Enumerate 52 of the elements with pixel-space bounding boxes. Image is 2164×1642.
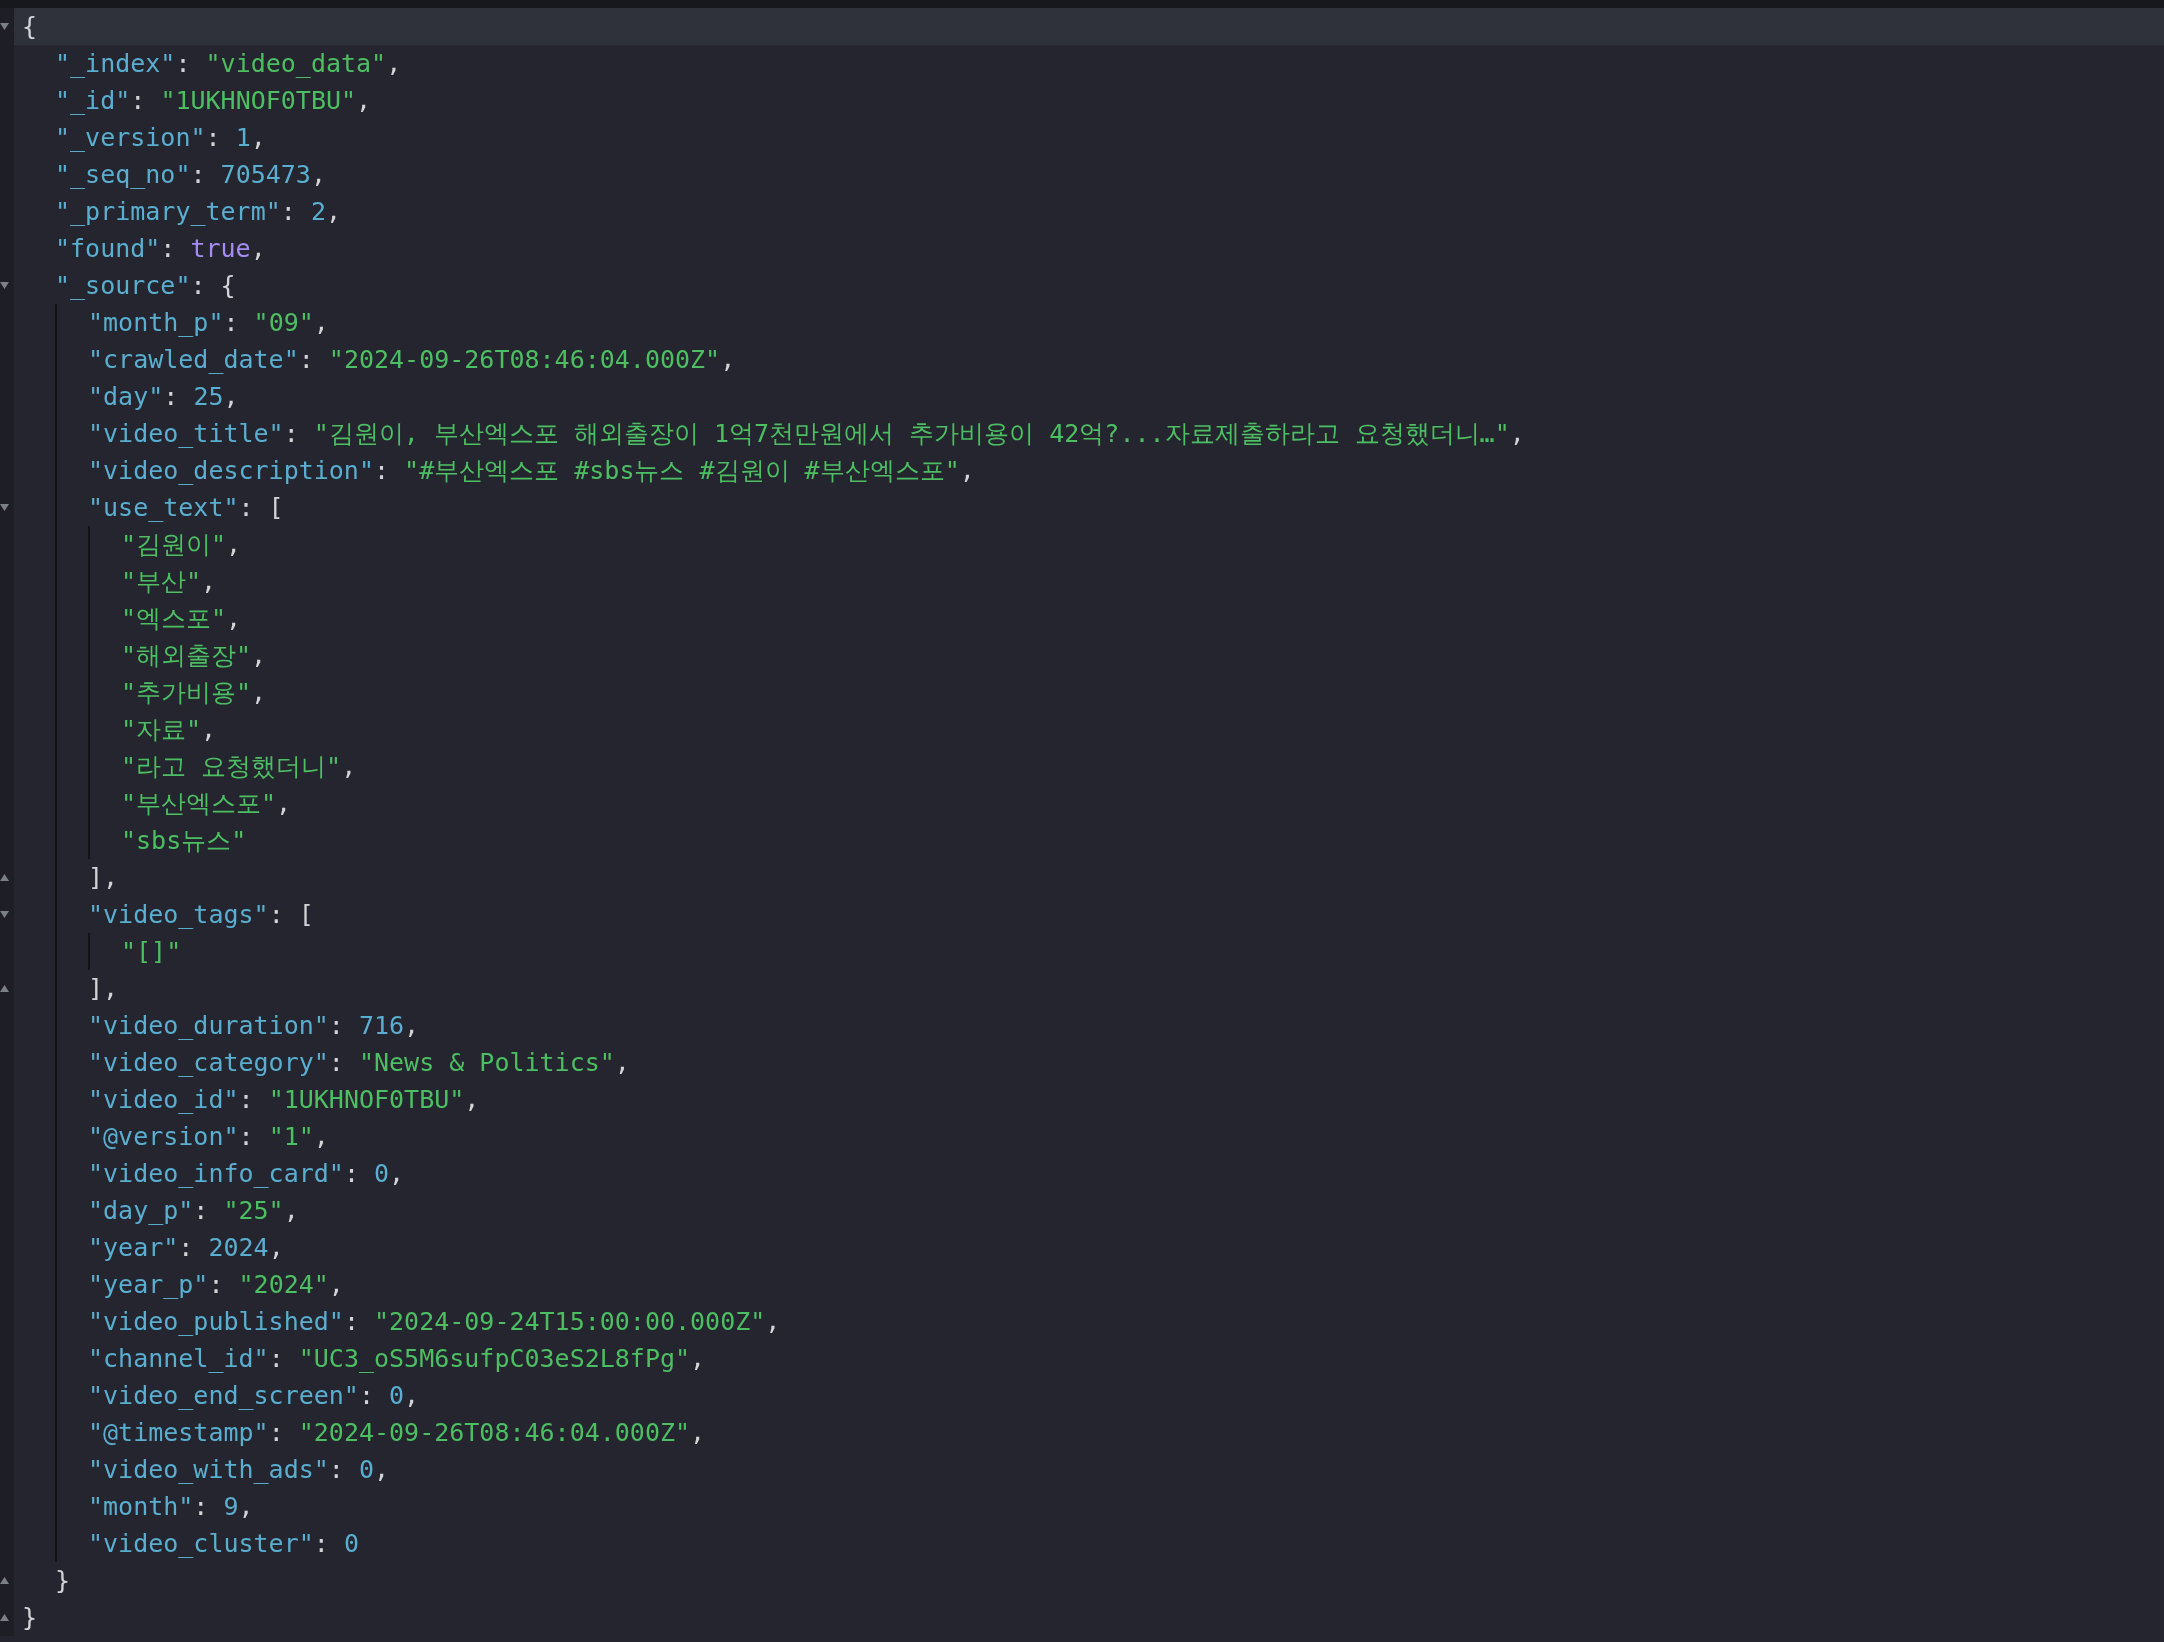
- code-line: "video_duration": 716,: [88, 1010, 420, 1042]
- code-line: "video_description": "#부산엑스포 #sbs뉴스 #김원이 #부산엑스포",: [88, 455, 975, 487]
- code-line: "month_p": "09",: [88, 307, 329, 339]
- code-line: "channel_id": "UC3_oS5M6sufpC03eS2L8fPg",: [88, 1343, 706, 1375]
- code-line: "day_p": "25",: [88, 1195, 299, 1227]
- code-line: "sbs뉴스": [121, 825, 247, 857]
- code-line: "김원이",: [121, 529, 242, 561]
- code-line: "video_info_card": 0,: [88, 1158, 405, 1190]
- code-line: "year_p": "2024",: [88, 1269, 344, 1301]
- code-line: "엑스포",: [121, 603, 242, 635]
- code-line: "video_with_ads": 0,: [88, 1454, 390, 1486]
- code-line: "use_text": [: [88, 492, 284, 524]
- code-line: ],: [88, 973, 119, 1005]
- code-line: "@timestamp": "2024-09-26T08:46:04.000Z",: [88, 1417, 706, 1449]
- code-line: "_primary_term": 2,: [55, 196, 341, 228]
- code-line: "month": 9,: [88, 1491, 254, 1523]
- code-line: "[]": [121, 936, 182, 968]
- fold-arrow-icon[interactable]: [0, 1614, 9, 1621]
- fold-arrow-icon[interactable]: [0, 911, 9, 918]
- code-line: "@version": "1",: [88, 1121, 329, 1153]
- code-line: "_version": 1,: [55, 122, 266, 154]
- code-line: "_source": {: [55, 270, 236, 302]
- code-line: "found": true,: [55, 233, 266, 265]
- code-line: "부산",: [121, 566, 217, 598]
- code-line: {: [22, 11, 38, 43]
- fold-arrow-icon[interactable]: [0, 1577, 9, 1584]
- code-line: "_seq_no": 705473,: [55, 159, 326, 191]
- code-line: }: [55, 1565, 71, 1597]
- code-line: "crawled_date": "2024-09-26T08:46:04.000Z",: [88, 344, 736, 376]
- code-line: "해외출장",: [121, 640, 267, 672]
- code-line: "video_end_screen": 0,: [88, 1380, 420, 1412]
- code-line: "year": 2024,: [88, 1232, 284, 1264]
- code-line: ],: [88, 862, 119, 894]
- fold-arrow-icon[interactable]: [0, 504, 9, 511]
- code-line: "video_cluster": 0: [88, 1528, 359, 1560]
- code-line: "video_id": "1UKHNOF0TBU",: [88, 1084, 480, 1116]
- code-line: "video_title": "김원이, 부산엑스포 해외출장이 1억7천만원에서 추가비용이 42억?...자료제출하라고 요청했더니…",: [88, 418, 1525, 450]
- code-line: }: [22, 1602, 38, 1634]
- fold-arrow-icon[interactable]: [0, 282, 9, 289]
- code-line: "video_published": "2024-09-24T15:00:00.000Z",: [88, 1306, 781, 1338]
- code-line: "_index": "video_data",: [55, 48, 402, 80]
- code-line: "day": 25,: [88, 381, 239, 413]
- fold-arrow-icon[interactable]: [0, 23, 9, 30]
- code-line: "라고 요청했더니",: [121, 751, 357, 783]
- code-line: "추가비용",: [121, 677, 267, 709]
- code-line: "부산엑스포",: [121, 788, 292, 820]
- fold-arrow-icon[interactable]: [0, 985, 9, 992]
- fold-arrow-icon[interactable]: [0, 874, 9, 881]
- code-line: "video_category": "News & Politics",: [88, 1047, 630, 1079]
- code-line: "_id": "1UKHNOF0TBU",: [55, 85, 372, 117]
- code-line: "video_tags": [: [88, 899, 314, 931]
- code-line: "자료",: [121, 714, 217, 746]
